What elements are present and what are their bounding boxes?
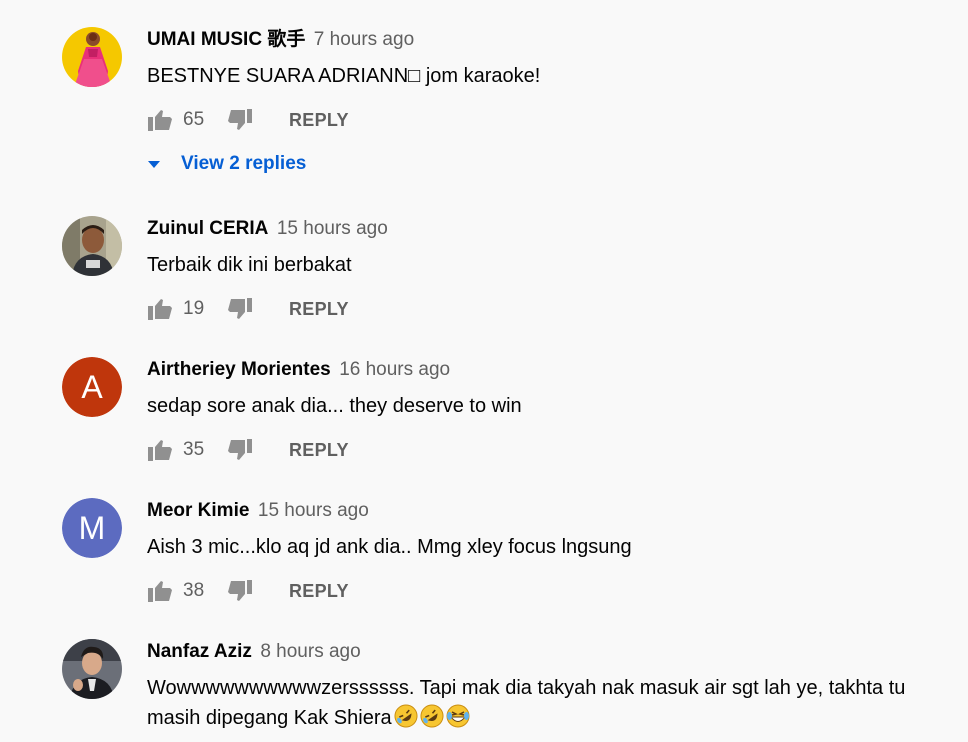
comment-author[interactable]: UMAI MUSIC 歌手 [147,29,305,50]
comment-text: Wowwwwwwwwwwzerssssss. Tapi mak dia taky… [147,673,947,733]
comment-time[interactable]: 8 hours ago [260,641,360,662]
dislike-button[interactable] [227,296,253,322]
comment-author[interactable]: Nanfaz Aziz [147,641,252,662]
reply-button[interactable]: REPLY [289,440,349,461]
rolling-on-floor-laughing-emoji [394,704,418,728]
author-avatar[interactable] [62,216,122,276]
thumb-up-icon [148,299,172,320]
view-replies-label: View 2 replies [181,153,307,174]
like-button[interactable] [147,437,173,463]
grinning-sweat-emoji [446,704,470,728]
reply-button[interactable]: REPLY [289,299,349,320]
caret-down-icon [148,161,160,168]
thumb-up-icon [148,581,172,602]
comment-author[interactable]: Airtheriey Morientes [147,359,331,380]
thumb-up-icon [148,110,172,131]
like-count: 65 [183,109,205,130]
man-in-suit-avatar [62,639,122,699]
dislike-button[interactable] [227,107,253,133]
like-count: 35 [183,439,205,460]
thumb-up-icon [148,440,172,461]
like-button[interactable] [147,107,173,133]
thumb-down-icon [228,298,252,319]
person-in-pink-outfit-avatar [62,27,122,87]
comment-text: BESTNYE SUARA ADRIANN□ jom karaoke! [147,65,541,87]
like-button[interactable] [147,578,173,604]
comment-toolbar: 19 REPLY [147,294,968,324]
author-avatar[interactable]: A [62,357,122,417]
view-replies-button[interactable]: View 2 replies [147,149,968,179]
comments-section: UMAI MUSIC 歌手 7 hours ago BESTNYE SUARA … [0,0,968,742]
comment-toolbar: 35 REPLY [147,435,968,465]
comment-text: Terbaik dik ini berbakat [147,254,352,276]
author-avatar[interactable] [62,639,122,699]
dislike-button[interactable] [227,578,253,604]
author-avatar[interactable] [62,27,122,87]
comment-author[interactable]: Zuinul CERIA [147,218,268,239]
reply-button[interactable]: REPLY [289,581,349,602]
comment-text: Aish 3 mic...klo aq jd ank dia.. Mmg xle… [147,536,632,558]
like-button[interactable] [147,296,173,322]
comment-time[interactable]: 15 hours ago [277,218,388,239]
rolling-on-floor-laughing-emoji [420,704,444,728]
comment-time[interactable]: 16 hours ago [339,359,450,380]
thumb-down-icon [228,109,252,130]
thumb-down-icon [228,580,252,601]
avatar-letter: A [62,357,122,417]
reply-button[interactable]: REPLY [289,110,349,131]
thumb-down-icon [228,439,252,460]
like-count: 38 [183,580,205,601]
author-avatar[interactable]: M [62,498,122,558]
comment-text: sedap sore anak dia... they deserve to w… [147,395,522,417]
comment-time[interactable]: 7 hours ago [314,29,414,50]
man-portrait-avatar [62,216,122,276]
comment-toolbar: 38 REPLY [147,576,968,606]
comment-author[interactable]: Meor Kimie [147,500,249,521]
avatar-letter: M [62,498,122,558]
comment-time[interactable]: 15 hours ago [258,500,369,521]
like-count: 19 [183,298,205,319]
dislike-button[interactable] [227,437,253,463]
comment-toolbar: 65 REPLY [147,105,968,135]
comment-text-content: Wowwwwwwwwwwzerssssss. Tapi mak dia taky… [147,677,906,729]
